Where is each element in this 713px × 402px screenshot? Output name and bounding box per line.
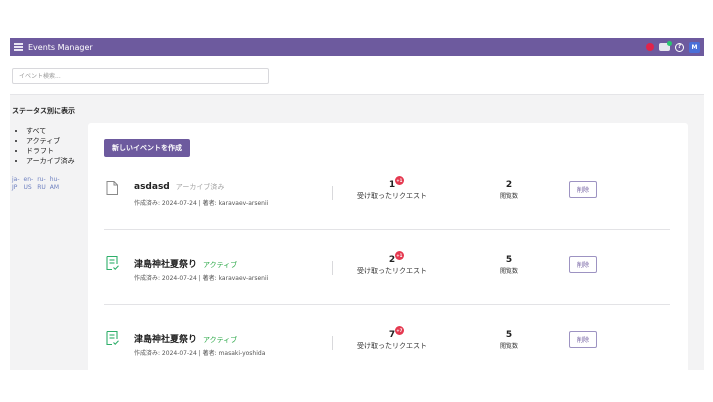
event-title[interactable]: 津島神社夏祭り アクティブ: [134, 257, 237, 270]
views-stat: 5 閲覧数: [497, 255, 521, 275]
requests-stat[interactable]: 7 +7 受け取ったリクエスト: [352, 326, 432, 351]
views-count: 2: [505, 180, 513, 190]
event-meta: 作成済み: 2024-07-24 | 著者: masaki-yoshida: [134, 350, 266, 357]
status-badge: アーカイブ済み: [175, 183, 225, 191]
delete-event-button[interactable]: 削除: [569, 256, 597, 273]
views-count: 5: [505, 330, 513, 340]
divider: [332, 336, 333, 350]
divider: [332, 186, 333, 200]
top-bar-actions: ? M: [646, 41, 700, 53]
event-title[interactable]: asdasd アーカイブ済み: [134, 182, 224, 192]
status-badge: アクティブ: [203, 261, 238, 269]
event-row: 津島神社夏祭り アクティブ 作成済み: 2024-07-24 | 著者: masa…: [104, 314, 670, 370]
lang-ja-jp[interactable]: ja- JP: [12, 176, 20, 192]
views-stat: 5 閲覧数: [497, 330, 521, 350]
sidebar-title: ステータス別に表示: [12, 107, 75, 115]
status-filter-sidebar: ステータス別に表示 すべて アクティブ ドラフト アーカイブ済み ja-JP e…: [12, 106, 82, 192]
lang-hu-am[interactable]: hu- AM: [50, 176, 60, 192]
chat-icon[interactable]: [659, 41, 672, 51]
requests-stat[interactable]: 2 +1 受け取ったリクエスト: [352, 251, 432, 276]
event-name: 津島神社夏祭り: [134, 335, 198, 345]
help-icon[interactable]: ?: [675, 42, 684, 52]
event-row: asdasd アーカイブ済み 作成済み: 2024-07-24 | 著者: kar…: [104, 164, 670, 230]
events-panel: 新しいイベントを作成 asdasd アーカイブ済み 作成済み: 2024-07-2…: [88, 123, 688, 370]
app-title: Events Manager: [28, 42, 93, 52]
requests-label: 受け取ったリクエスト: [357, 342, 427, 350]
menu-icon[interactable]: [14, 43, 23, 51]
lang-code: ru-: [37, 176, 46, 183]
views-count: 5: [505, 255, 513, 265]
event-title[interactable]: 津島神社夏祭り アクティブ: [134, 332, 237, 345]
search-bar-area: [10, 56, 704, 95]
new-requests-badge: +7: [394, 326, 404, 335]
lang-region: RU: [37, 184, 46, 191]
new-requests-badge: +1: [394, 176, 404, 185]
status-badge: アクティブ: [203, 336, 238, 344]
lang-code: ja-: [12, 176, 20, 183]
lang-code: hu-: [49, 176, 60, 183]
filter-all[interactable]: すべて: [26, 126, 82, 136]
views-label: 閲覧数: [499, 193, 518, 200]
event-name: asdasd: [134, 182, 170, 192]
filter-archived[interactable]: アーカイブ済み: [26, 156, 82, 166]
requests-label: 受け取ったリクエスト: [357, 192, 427, 200]
views-label: 閲覧数: [499, 268, 518, 275]
event-meta: 作成済み: 2024-07-24 | 著者: karavaev-arsenii: [134, 200, 269, 207]
views-label: 閲覧数: [499, 343, 518, 350]
language-switcher: ja- JP en- US ru- RU hu- AM: [12, 176, 82, 192]
requests-label: 受け取ったリクエスト: [357, 267, 427, 275]
requests-stat[interactable]: 1 +1 受け取ったリクエスト: [352, 176, 432, 201]
lang-region: US: [23, 184, 32, 191]
lang-region: JP: [12, 184, 18, 191]
top-bar: Events Manager ? M: [10, 38, 704, 56]
lang-ru-ru[interactable]: ru- RU: [37, 176, 46, 192]
document-icon: [106, 181, 118, 195]
lang-region: AM: [49, 184, 60, 191]
divider: [332, 261, 333, 275]
filter-draft[interactable]: ドラフト: [26, 146, 82, 156]
lang-code: en-: [23, 176, 34, 183]
form-check-icon: [106, 255, 119, 271]
user-avatar[interactable]: M: [689, 41, 700, 53]
event-search-input[interactable]: [12, 68, 269, 84]
bug-report-icon[interactable]: [646, 43, 654, 51]
delete-event-button[interactable]: 削除: [569, 181, 597, 198]
create-event-button[interactable]: 新しいイベントを作成: [104, 139, 190, 157]
lang-en-us[interactable]: en- US: [24, 176, 34, 192]
new-requests-badge: +1: [394, 251, 404, 260]
delete-event-button[interactable]: 削除: [569, 331, 597, 348]
event-row: 津島神社夏祭り アクティブ 作成済み: 2024-07-24 | 著者: kara…: [104, 239, 670, 305]
filter-active[interactable]: アクティブ: [26, 136, 82, 146]
event-meta: 作成済み: 2024-07-24 | 著者: karavaev-arsenii: [134, 275, 269, 282]
status-filter-list: すべて アクティブ ドラフト アーカイブ済み: [12, 126, 82, 166]
views-stat: 2 閲覧数: [497, 180, 521, 200]
event-name: 津島神社夏祭り: [134, 260, 198, 270]
online-indicator: [667, 41, 672, 46]
form-check-icon: [106, 330, 119, 346]
app-window: Events Manager ? M ステータス別に表示 すべて アクティブ ド…: [10, 38, 704, 370]
